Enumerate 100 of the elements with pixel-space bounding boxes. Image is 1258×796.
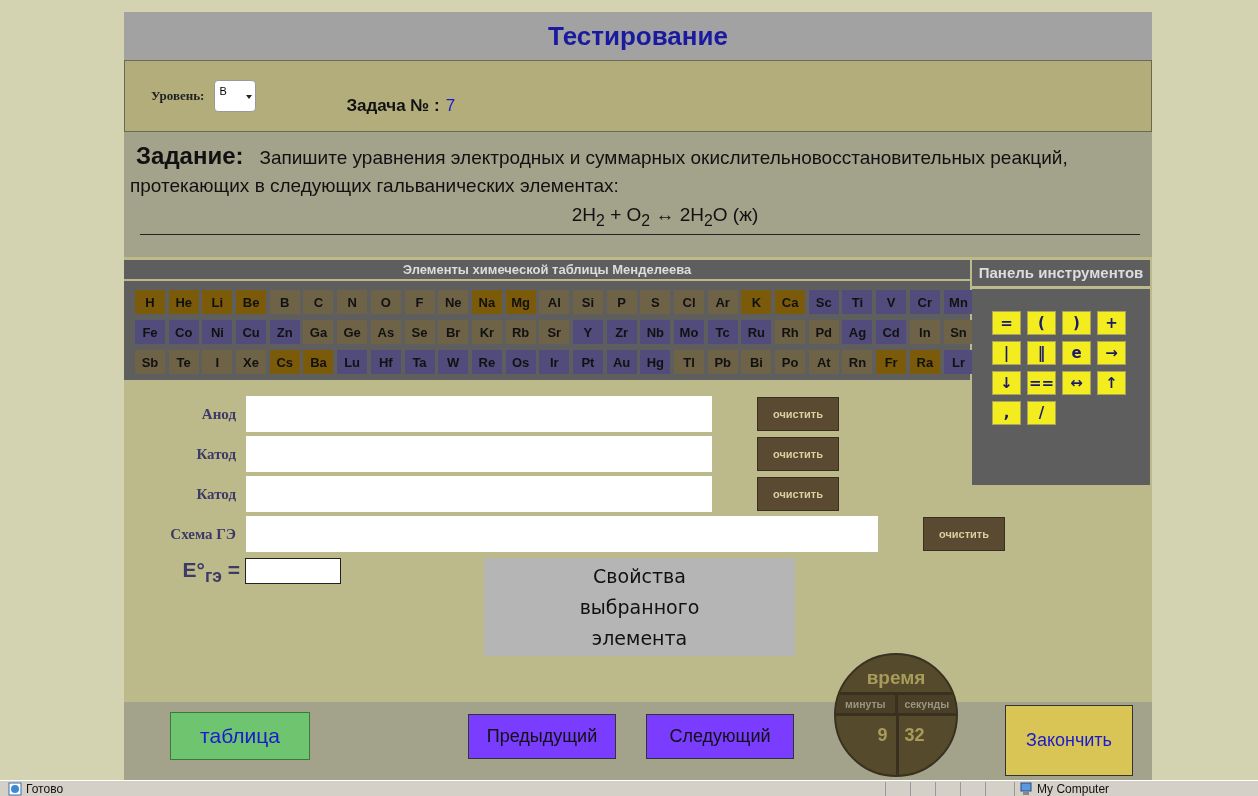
element-tile[interactable]: Rb xyxy=(505,320,536,344)
element-tile[interactable]: Cu xyxy=(236,320,267,344)
clear-button[interactable]: очистить xyxy=(757,437,839,471)
element-tile[interactable]: Pd xyxy=(808,320,839,344)
element-tile[interactable]: B xyxy=(269,290,300,314)
element-tile[interactable]: O xyxy=(370,290,401,314)
element-tile[interactable]: Ir xyxy=(539,350,570,374)
element-tile[interactable]: Pb xyxy=(707,350,738,374)
symbol-key[interactable]: / xyxy=(1027,401,1056,425)
symbol-key[interactable]: | xyxy=(992,341,1021,365)
element-tile[interactable]: Co xyxy=(168,320,199,344)
clear-button[interactable]: очистить xyxy=(923,517,1005,551)
element-tile[interactable]: Se xyxy=(404,320,435,344)
finish-button[interactable]: Закончить xyxy=(1005,705,1133,776)
next-button[interactable]: Следующий xyxy=(646,714,794,759)
element-tile[interactable]: Ti xyxy=(842,290,873,314)
element-tile[interactable]: Ar xyxy=(707,290,738,314)
element-tile[interactable]: Hg xyxy=(640,350,671,374)
element-tile[interactable]: Ra xyxy=(909,350,940,374)
input-field[interactable] xyxy=(246,396,712,432)
element-tile[interactable]: Fr xyxy=(876,350,907,374)
clear-button[interactable]: очистить xyxy=(757,477,839,511)
element-tile[interactable]: Re xyxy=(471,350,502,374)
element-tile[interactable]: Be xyxy=(236,290,267,314)
element-tile[interactable]: Zn xyxy=(269,320,300,344)
element-tile[interactable]: Mo xyxy=(674,320,704,344)
element-tile[interactable]: Ne xyxy=(438,290,469,314)
clear-button[interactable]: очистить xyxy=(757,397,839,431)
element-tile[interactable]: Bi xyxy=(741,350,772,374)
element-tile[interactable]: Xe xyxy=(236,350,267,374)
symbol-key[interactable]: e xyxy=(1062,341,1091,365)
element-tile[interactable]: Mg xyxy=(505,290,536,314)
element-tile[interactable]: Cr xyxy=(909,290,940,314)
previous-button[interactable]: Предыдущий xyxy=(468,714,616,759)
element-tile[interactable]: Lu xyxy=(337,350,368,374)
element-tile[interactable]: Hf xyxy=(370,350,401,374)
element-tile[interactable]: As xyxy=(370,320,401,344)
element-tile[interactable]: Pt xyxy=(572,350,603,374)
element-tile[interactable]: W xyxy=(438,350,469,374)
element-tile[interactable]: Ta xyxy=(404,350,435,374)
element-tile[interactable]: V xyxy=(876,290,907,314)
element-tile[interactable]: Os xyxy=(505,350,536,374)
element-tile[interactable]: Kr xyxy=(471,320,502,344)
element-tile[interactable]: K xyxy=(741,290,772,314)
element-tile[interactable]: N xyxy=(337,290,368,314)
symbol-key[interactable]: + xyxy=(1097,311,1126,335)
element-tile[interactable]: Ge xyxy=(337,320,368,344)
element-tile[interactable]: Mn xyxy=(943,290,974,314)
input-field[interactable] xyxy=(246,516,878,552)
symbol-key[interactable]: , xyxy=(992,401,1021,425)
element-tile[interactable]: Ga xyxy=(303,320,334,344)
symbol-key[interactable]: ‖ xyxy=(1027,341,1056,365)
symbol-key[interactable]: → xyxy=(1097,341,1126,365)
element-tile[interactable]: Fe xyxy=(135,320,165,344)
element-tile[interactable]: Po xyxy=(775,350,806,374)
element-tile[interactable]: In xyxy=(909,320,940,344)
symbol-key[interactable]: ( xyxy=(1027,311,1056,335)
element-tile[interactable]: Sr xyxy=(539,320,570,344)
element-tile[interactable]: Y xyxy=(572,320,603,344)
element-tile[interactable]: S xyxy=(640,290,671,314)
element-tile[interactable]: Rh xyxy=(775,320,806,344)
element-tile[interactable]: Si xyxy=(572,290,603,314)
element-tile[interactable]: Ca xyxy=(775,290,806,314)
symbol-key[interactable]: = xyxy=(992,311,1021,335)
element-tile[interactable]: P xyxy=(606,290,637,314)
element-tile[interactable]: Ba xyxy=(303,350,334,374)
symbol-key[interactable]: ↓ xyxy=(992,371,1021,395)
element-tile[interactable]: Tc xyxy=(707,320,738,344)
symbol-key[interactable]: ) xyxy=(1062,311,1091,335)
input-field[interactable] xyxy=(245,558,341,584)
element-tile[interactable]: Cd xyxy=(876,320,907,344)
element-tile[interactable]: Ru xyxy=(741,320,772,344)
level-select[interactable]: B xyxy=(214,80,257,112)
element-tile[interactable]: Rn xyxy=(842,350,873,374)
element-tile[interactable]: Cs xyxy=(269,350,300,374)
element-tile[interactable]: Tl xyxy=(674,350,704,374)
element-tile[interactable]: Cl xyxy=(674,290,704,314)
element-tile[interactable]: F xyxy=(404,290,435,314)
element-tile[interactable]: He xyxy=(168,290,199,314)
symbol-key[interactable]: == xyxy=(1027,371,1056,395)
element-tile[interactable]: Lr xyxy=(943,350,974,374)
element-tile[interactable]: Ag xyxy=(842,320,873,344)
element-tile[interactable]: Li xyxy=(202,290,233,314)
element-tile[interactable]: Te xyxy=(168,350,199,374)
element-tile[interactable]: Sc xyxy=(808,290,839,314)
element-tile[interactable]: Ni xyxy=(202,320,233,344)
element-tile[interactable]: Zr xyxy=(606,320,637,344)
element-tile[interactable]: Na xyxy=(471,290,502,314)
element-tile[interactable]: Br xyxy=(438,320,469,344)
element-tile[interactable]: Sn xyxy=(943,320,974,344)
element-tile[interactable]: Nb xyxy=(640,320,671,344)
table-button[interactable]: таблица xyxy=(170,712,310,760)
element-tile[interactable]: H xyxy=(135,290,165,314)
element-tile[interactable]: I xyxy=(202,350,233,374)
symbol-key[interactable]: ↑ xyxy=(1097,371,1126,395)
input-field[interactable] xyxy=(246,476,712,512)
input-field[interactable] xyxy=(246,436,712,472)
element-tile[interactable]: C xyxy=(303,290,334,314)
element-tile[interactable]: Au xyxy=(606,350,637,374)
element-tile[interactable]: Sb xyxy=(135,350,165,374)
